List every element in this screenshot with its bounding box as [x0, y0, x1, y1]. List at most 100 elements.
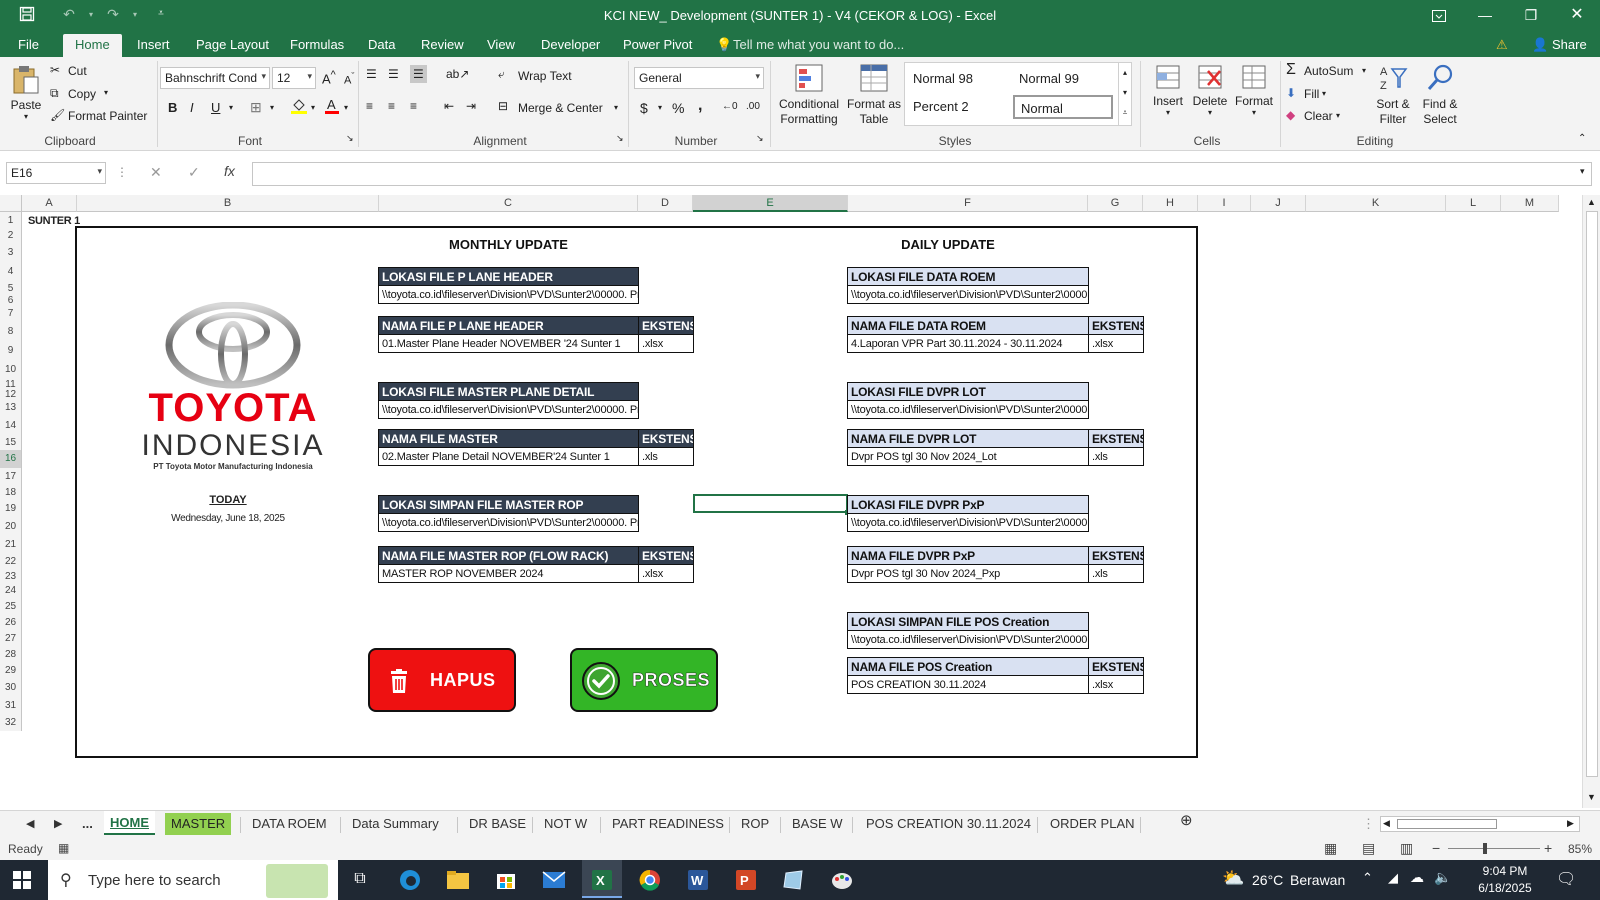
warning-icon[interactable]: ⚠	[1496, 37, 1508, 53]
copy-button[interactable]: Copy	[68, 87, 96, 101]
scroll-up-icon[interactable]: ▲	[1583, 197, 1600, 207]
style-normal[interactable]: Normal	[1013, 95, 1113, 119]
tab-power-pivot[interactable]: Power Pivot	[623, 37, 692, 52]
increase-indent-icon[interactable]: ⇥	[466, 99, 476, 113]
currency-dropdown-icon[interactable]: ▾	[658, 103, 662, 112]
column-header[interactable]: L	[1446, 195, 1501, 212]
page-break-view-icon[interactable]: ▥	[1400, 840, 1413, 857]
column-header[interactable]: A	[22, 195, 77, 212]
row-header[interactable]: 31	[0, 697, 22, 715]
collapse-ribbon-icon[interactable]: ⌃	[1578, 133, 1586, 144]
scroll-right-icon[interactable]: ▶	[1567, 818, 1574, 829]
row-header[interactable]: 25	[0, 598, 22, 615]
chrome-icon[interactable]	[630, 866, 670, 896]
currency-button[interactable]: $	[640, 100, 648, 116]
notifications-icon[interactable]: 🗨	[1556, 869, 1576, 889]
merge-dropdown-icon[interactable]: ▾	[614, 103, 618, 112]
hidden-icons-chevron-icon[interactable]: ⌃	[1362, 870, 1373, 886]
borders-icon[interactable]: ⊞	[250, 99, 262, 116]
align-right-icon[interactable]: ≡	[410, 99, 417, 113]
fill-color-dropdown-icon[interactable]: ▾	[311, 103, 315, 112]
underline-button[interactable]: U	[211, 100, 220, 115]
column-header[interactable]: M	[1501, 195, 1559, 212]
nama-rop-ext[interactable]: .xlsx	[638, 564, 694, 583]
font-launcher-icon[interactable]: ↘	[346, 133, 354, 144]
zoom-out-icon[interactable]: −	[1432, 840, 1440, 856]
style-normal-98[interactable]: Normal 98	[907, 67, 1007, 91]
clock-date[interactable]: 6/18/2025	[1470, 881, 1540, 895]
mail-icon[interactable]	[534, 866, 574, 896]
weather-temp[interactable]: 26°C	[1252, 872, 1283, 888]
nama-master-value[interactable]: 02.Master Plane Detail NOVEMBER'24 Sunte…	[378, 447, 639, 466]
nama-pos-ext[interactable]: .xlsx	[1088, 675, 1144, 694]
weather-icon[interactable]: ⛅	[1222, 868, 1244, 889]
volume-icon[interactable]: 🔈	[1434, 869, 1451, 886]
row-header[interactable]: 2	[0, 229, 22, 243]
row-header[interactable]: 3	[0, 243, 22, 263]
normal-view-icon[interactable]: ▦	[1324, 840, 1337, 857]
tab-insert[interactable]: Insert	[137, 37, 170, 52]
excel-taskbar-icon[interactable]: X	[582, 860, 622, 898]
format-cells-button[interactable]: Format ▾	[1232, 63, 1276, 117]
store-icon[interactable]	[486, 866, 526, 896]
taskbar-search-input[interactable]: Type here to search	[88, 872, 221, 889]
row-header[interactable]: 19	[0, 500, 22, 518]
tab-page-layout[interactable]: Page Layout	[196, 37, 269, 52]
word-icon[interactable]: W	[678, 866, 718, 896]
autosum-button[interactable]: AutoSum	[1304, 64, 1353, 78]
conditional-formatting-button[interactable]: Conditional Formatting	[776, 63, 842, 127]
tab-view[interactable]: View	[487, 37, 515, 52]
lokasi-plane-header-value[interactable]: \\toyota.co.id\fileserver\Division\PVD\S…	[378, 285, 639, 304]
windows-start-icon[interactable]	[2, 866, 42, 896]
column-header[interactable]: K	[1306, 195, 1446, 212]
fill-color-icon[interactable]	[290, 97, 308, 118]
align-bottom-icon[interactable]: ☰	[410, 65, 427, 83]
row-header[interactable]: 21	[0, 536, 22, 554]
row-header[interactable]: 17	[0, 468, 22, 486]
row-header[interactable]: 12	[0, 390, 22, 400]
file-explorer-icon[interactable]	[438, 866, 478, 896]
row-header[interactable]: 30	[0, 679, 22, 697]
restore-icon[interactable]: ❐	[1508, 0, 1554, 32]
page-layout-view-icon[interactable]: ▤	[1362, 840, 1375, 857]
font-size-combo[interactable]: 12 ▾	[272, 67, 316, 89]
formula-input[interactable]	[252, 162, 1592, 186]
bold-button[interactable]: B	[168, 100, 177, 115]
align-top-icon[interactable]: ☰	[366, 67, 377, 81]
lokasi-dvpr-pxp-value[interactable]: \\toyota.co.id\fileserver\Division\PVD\S…	[847, 513, 1089, 532]
edge-icon[interactable]	[390, 866, 430, 896]
style-percent-2[interactable]: Percent 2	[907, 95, 1007, 119]
tab-formulas[interactable]: Formulas	[290, 37, 344, 52]
merge-center-button[interactable]: Merge & Center	[518, 101, 603, 115]
row-header[interactable]: 22	[0, 554, 22, 570]
column-header[interactable]: I	[1198, 195, 1251, 212]
grow-font-icon[interactable]: A^	[322, 69, 336, 86]
autosum-dropdown-icon[interactable]: ▾	[1362, 66, 1366, 75]
tab-developer[interactable]: Developer	[541, 37, 600, 52]
name-box[interactable]: E16 ▾	[6, 162, 106, 184]
fill-button[interactable]: Fill	[1304, 87, 1319, 101]
lokasi-master-detail-value[interactable]: \\toyota.co.id\fileserver\Division\PVD\S…	[378, 400, 639, 419]
network-icon[interactable]: ◢	[1388, 870, 1398, 886]
tab-data[interactable]: Data	[368, 37, 395, 52]
select-all-corner[interactable]	[0, 195, 22, 212]
row-header[interactable]: 4	[0, 263, 22, 280]
font-color-dropdown-icon[interactable]: ▾	[344, 103, 348, 112]
row-header[interactable]: 15	[0, 435, 22, 450]
app-icon[interactable]	[774, 866, 814, 896]
clear-dropdown-icon[interactable]: ▾	[1336, 111, 1340, 120]
row-header[interactable]: 10	[0, 361, 22, 379]
comma-button[interactable]: ,	[698, 97, 702, 115]
tab-home[interactable]: Home	[63, 34, 122, 57]
column-header[interactable]: G	[1088, 195, 1143, 212]
tell-me-search[interactable]: Tell me what you want to do...	[733, 37, 904, 52]
lokasi-pos-value[interactable]: \\toyota.co.id\fileserver\Division\PVD\S…	[847, 630, 1089, 649]
horizontal-scroll-thumb[interactable]	[1397, 819, 1497, 829]
styles-gallery-scroll[interactable]: ▴ ▾ ⩡	[1118, 62, 1132, 126]
cancel-icon[interactable]: ✕	[150, 164, 162, 181]
row-header[interactable]: 23	[0, 570, 22, 584]
column-header[interactable]: D	[638, 195, 693, 212]
row-header[interactable]: 28	[0, 647, 22, 663]
sort-filter-button[interactable]: AZ Sort & Filter	[1372, 63, 1414, 127]
clear-button[interactable]: Clear	[1304, 109, 1333, 123]
